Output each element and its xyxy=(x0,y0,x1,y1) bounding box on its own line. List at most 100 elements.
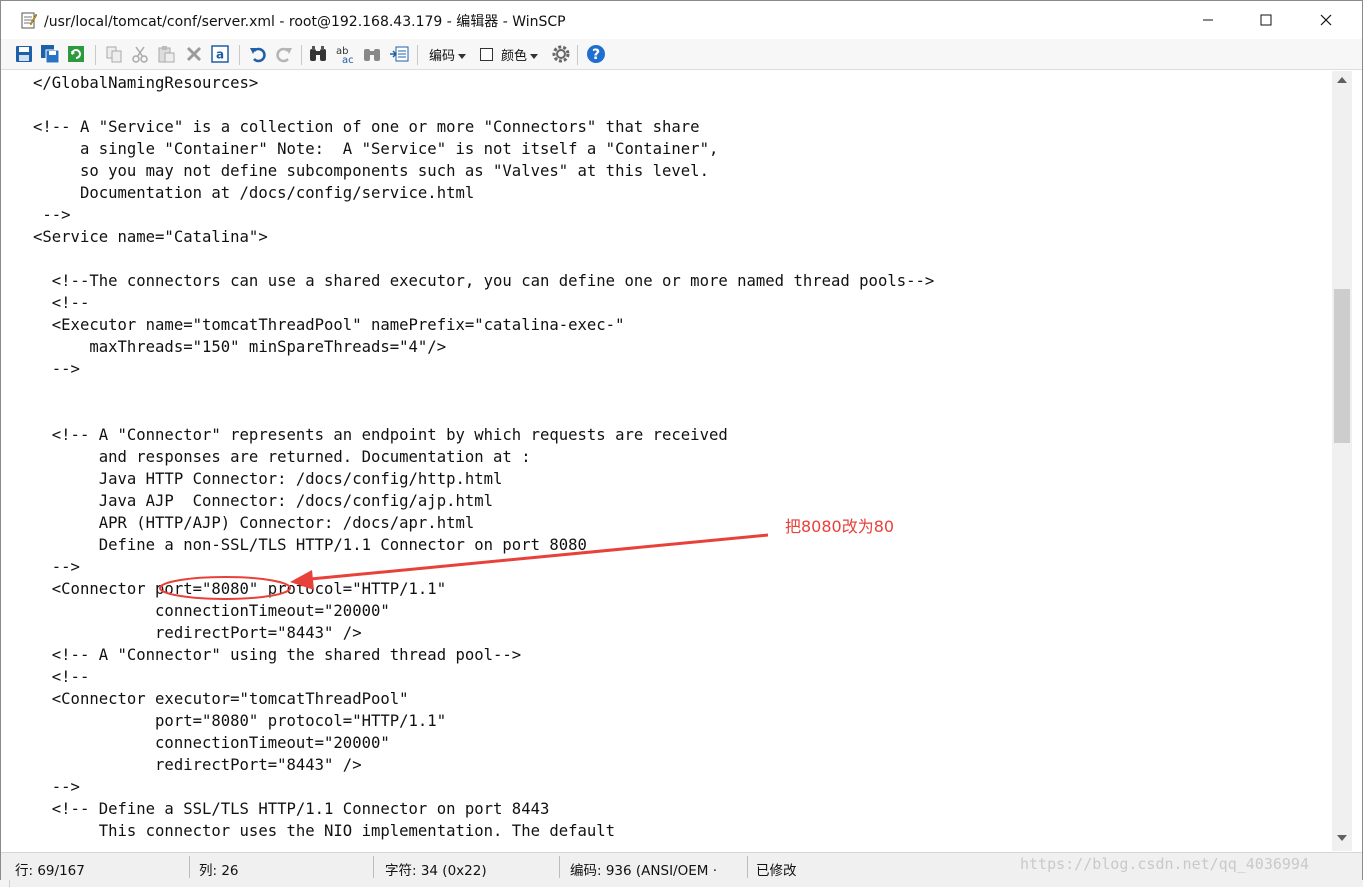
save-all-button[interactable] xyxy=(39,43,61,65)
status-separator xyxy=(559,856,560,878)
replace-button[interactable]: ab ac xyxy=(334,43,356,65)
save-icon xyxy=(16,46,32,62)
toolbar-separator xyxy=(417,45,418,65)
scroll-down-icon[interactable] xyxy=(1337,835,1347,841)
code-line[interactable]: <Connector executor="tomcatThreadPool" xyxy=(33,688,409,710)
scroll-up-icon[interactable] xyxy=(1337,77,1347,83)
find-next-button[interactable] xyxy=(361,43,383,65)
code-line[interactable]: redirectPort="8443" /> xyxy=(33,622,362,644)
code-line[interactable]: <Service name="Catalina"> xyxy=(33,226,268,248)
status-column: 列: 26 xyxy=(199,863,239,879)
code-line[interactable]: <Connector port="8080" protocol="HTTP/1.… xyxy=(33,578,446,600)
annotation-text: 把8080改为80 xyxy=(785,517,895,536)
svg-text:a: a xyxy=(216,48,224,62)
code-line[interactable]: a single "Container" Note: A "Service" i… xyxy=(33,138,718,160)
goto-line-button[interactable] xyxy=(388,43,410,65)
notepad-icon xyxy=(21,12,37,29)
minimize-button[interactable] xyxy=(1179,1,1237,39)
code-line[interactable]: <!-- xyxy=(33,292,90,314)
encoding-dropdown[interactable]: 编码 xyxy=(429,45,467,64)
undo-button[interactable] xyxy=(247,43,269,65)
code-line[interactable]: maxThreads="150" minSpareThreads="4"/> xyxy=(33,336,446,358)
find-button[interactable] xyxy=(307,43,329,65)
code-line[interactable]: Define a non-SSL/TLS HTTP/1.1 Connector … xyxy=(33,534,587,556)
settings-button[interactable] xyxy=(550,43,572,65)
redo-button[interactable] xyxy=(273,43,295,65)
status-line: 行: 69/167 xyxy=(15,863,85,879)
code-line[interactable]: so you may not define subcomponents such… xyxy=(33,160,709,182)
help-icon: ? xyxy=(587,45,605,63)
copy-icon xyxy=(106,46,122,63)
code-line[interactable]: <!-- A "Connector" represents an endpoin… xyxy=(33,424,728,446)
select-all-button[interactable]: a xyxy=(209,43,231,65)
delete-icon xyxy=(186,46,202,62)
toolbar-separator xyxy=(301,45,302,65)
code-line[interactable]: --> xyxy=(33,556,80,578)
status-character: 字符: 34 (0x22) xyxy=(385,863,487,879)
chevron-down-icon xyxy=(458,54,467,59)
reload-button[interactable] xyxy=(65,43,87,65)
watermark: https://blog.csdn.net/qq_4036994 xyxy=(1020,855,1309,873)
undo-icon xyxy=(250,47,266,63)
paste-button[interactable] xyxy=(155,43,177,65)
code-line[interactable]: connectionTimeout="20000" xyxy=(33,600,390,622)
code-line[interactable]: --> xyxy=(33,358,80,380)
color-label: 颜色 xyxy=(501,49,528,64)
editor-window: /usr/local/tomcat/conf/server.xml - root… xyxy=(0,0,1363,880)
chevron-down-icon xyxy=(530,54,539,59)
reload-icon xyxy=(68,46,84,62)
code-line[interactable]: --> xyxy=(33,204,70,226)
code-line[interactable]: --> xyxy=(33,776,80,798)
vertical-scrollbar[interactable] xyxy=(1332,71,1352,851)
status-separator xyxy=(747,856,748,878)
code-line[interactable]: Java AJP Connector: /docs/config/ajp.htm… xyxy=(33,490,493,512)
maximize-button[interactable] xyxy=(1237,1,1295,39)
code-line[interactable]: connectionTimeout="20000" xyxy=(33,732,390,754)
save-all-icon xyxy=(41,45,60,64)
color-checkbox[interactable] xyxy=(480,48,493,61)
code-line[interactable]: and responses are returned. Documentatio… xyxy=(33,446,531,468)
toolbar-separator xyxy=(239,45,240,65)
help-button[interactable]: ? xyxy=(585,43,607,65)
minimize-icon xyxy=(1203,19,1213,21)
save-button[interactable] xyxy=(13,43,35,65)
find-next-icon xyxy=(364,49,380,61)
status-encoding: 编码: 936 (ANSI/OEM · xyxy=(570,863,717,879)
code-line[interactable]: Java HTTP Connector: /docs/config/http.h… xyxy=(33,468,503,490)
replace-icon: abac xyxy=(336,46,354,64)
code-line[interactable]: This connector uses the NIO implementati… xyxy=(33,820,615,842)
status-separator xyxy=(189,856,190,878)
color-dropdown[interactable]: 颜色 xyxy=(501,45,539,64)
delete-button[interactable] xyxy=(183,43,205,65)
code-line[interactable]: </GlobalNamingResources> xyxy=(33,72,258,94)
code-line[interactable]: <!-- Define a SSL/TLS HTTP/1.1 Connector… xyxy=(33,798,550,820)
code-line[interactable]: <!-- xyxy=(33,666,90,688)
cut-icon xyxy=(132,46,148,63)
window-title: /usr/local/tomcat/conf/server.xml - root… xyxy=(44,14,566,30)
status-modified: 已修改 xyxy=(756,863,797,879)
maximize-icon xyxy=(1260,14,1272,26)
select-all-icon: a xyxy=(211,45,229,63)
code-editor[interactable]: </GlobalNamingResources> <!-- A "Service"… xyxy=(11,71,1331,851)
title-bar[interactable]: /usr/local/tomcat/conf/server.xml - root… xyxy=(1,1,1362,39)
code-line[interactable]: <Executor name="tomcatThreadPool" namePr… xyxy=(33,314,625,336)
svg-text:ac: ac xyxy=(342,55,354,64)
find-icon xyxy=(310,46,326,61)
scrollbar-thumb[interactable] xyxy=(1334,289,1350,443)
code-line[interactable]: APR (HTTP/AJP) Connector: /docs/apr.html xyxy=(33,512,475,534)
settings-icon xyxy=(552,45,570,63)
code-line[interactable]: <!-- A "Connector" using the shared thre… xyxy=(33,644,521,666)
code-line[interactable]: redirectPort="8443" /> xyxy=(33,754,362,776)
toolbar-separator xyxy=(577,45,578,65)
redo-icon xyxy=(276,47,292,63)
code-line[interactable]: Documentation at /docs/config/service.ht… xyxy=(33,182,474,204)
cut-button[interactable] xyxy=(129,43,151,65)
close-button[interactable] xyxy=(1297,1,1355,39)
copy-button[interactable] xyxy=(103,43,125,65)
code-line[interactable]: <!-- A "Service" is a collection of one … xyxy=(33,116,700,138)
code-line[interactable]: port="8080" protocol="HTTP/1.1" xyxy=(33,710,446,732)
status-separator xyxy=(373,856,374,878)
code-line[interactable]: <!--The connectors can use a shared exec… xyxy=(33,270,935,292)
close-icon xyxy=(1320,14,1332,26)
svg-text:?: ? xyxy=(592,47,600,63)
